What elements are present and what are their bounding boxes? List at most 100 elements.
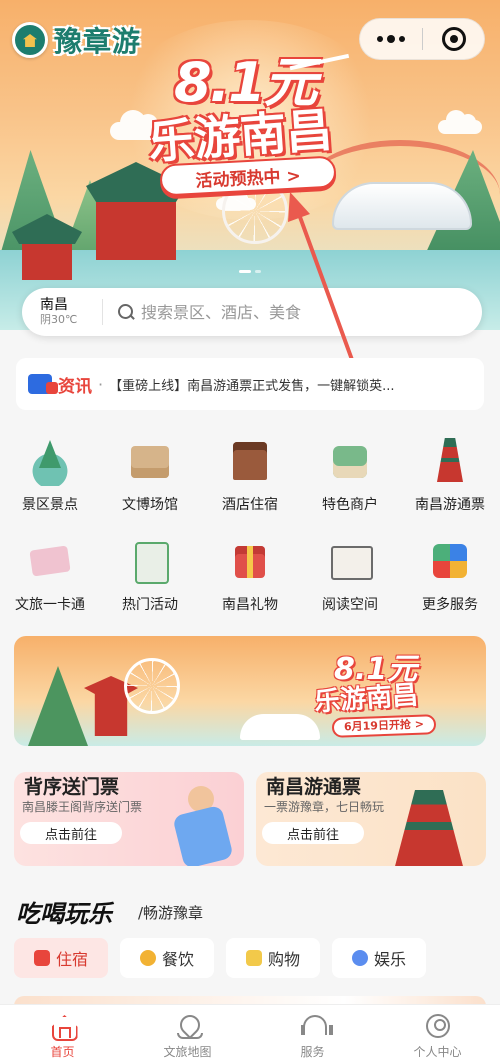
tab-dining[interactable]: 餐饮 [120, 938, 214, 978]
home-icon [50, 1013, 76, 1039]
search-bar: 南昌 阴30℃ [22, 288, 482, 336]
tab-label: 购物 [267, 950, 300, 969]
tab-label: 个人中心 [413, 1045, 462, 1059]
service-icon [300, 1013, 333, 1039]
stadium-illustration [240, 714, 320, 740]
tab-profile[interactable]: 个人中心 [375, 1005, 500, 1060]
grid-item-events[interactable]: 热门活动 [100, 530, 200, 630]
promo-banner-secondary[interactable]: 8.1元 乐游南昌 6月19日开抢 > [14, 636, 486, 746]
grid-item-label: 阅读空间 [322, 597, 378, 613]
category-tabs: 住宿 餐饮 购物 娱乐 [14, 938, 426, 978]
card-pass-ticket[interactable]: 南昌游通票 一票游豫章，七日畅玩 点击前往 [256, 772, 486, 866]
pass-ticket-icon [425, 436, 475, 486]
tab-entertainment[interactable]: 娱乐 [332, 938, 426, 978]
miniprogram-capsule [359, 18, 485, 60]
more-options-icon[interactable] [360, 19, 422, 59]
map-icon [175, 1013, 203, 1039]
section-title: 吃喝玩乐 [16, 894, 112, 929]
target-icon [441, 27, 466, 51]
tab-label: 文旅地图 [163, 1045, 212, 1059]
pavilion-illustration [96, 196, 176, 260]
card-subtitle: 一票游豫章，七日畅玩 [264, 800, 385, 814]
city-name: 南昌 [40, 297, 68, 313]
hotel-icon [225, 436, 275, 486]
grid-item-label: 南昌游通票 [415, 497, 485, 513]
utensils-icon [139, 950, 156, 966]
puzzle-icon [425, 536, 475, 586]
gift-icon [225, 536, 275, 586]
news-separator: · [98, 374, 104, 394]
grid-item-label: 文博场馆 [122, 497, 178, 513]
grid-item-pass-ticket[interactable]: 南昌游通票 [400, 430, 500, 530]
user-icon [425, 1013, 451, 1039]
cloud [438, 110, 482, 134]
museum-icon [125, 436, 175, 486]
grid-item-museum[interactable]: 文博场馆 [100, 430, 200, 530]
grid-item-label: 热门活动 [122, 597, 178, 613]
shopping-bag-icon [245, 950, 262, 966]
grid-item-label: 特色商户 [322, 497, 378, 513]
banner-title: 乐游南昌 [313, 680, 420, 718]
grid-item-label: 更多服务 [422, 597, 478, 613]
tab-label: 餐饮 [161, 950, 194, 969]
tab-label: 服务 [300, 1045, 325, 1059]
card-subtitle: 南昌滕王阁背序送门票 [22, 800, 143, 814]
tab-service[interactable]: 服务 [250, 1005, 375, 1060]
card-preface-ticket[interactable]: 背序送门票 南昌滕王阁背序送门票 点击前往 [14, 772, 244, 866]
tab-shopping[interactable]: 购物 [226, 938, 320, 978]
carousel-dot[interactable] [255, 270, 261, 273]
card-title: 南昌游通票 [266, 776, 362, 798]
carousel-indicator[interactable] [0, 270, 500, 273]
grid-item-label: 文旅一卡通 [15, 597, 85, 613]
close-miniprogram-button[interactable] [423, 27, 484, 51]
card-title: 背序送门票 [24, 776, 120, 798]
book-icon [325, 536, 375, 586]
banner-date-button[interactable]: 6月19日开抢 > [331, 714, 437, 738]
grid-item-label: 酒店住宿 [222, 497, 278, 513]
tab-label: 娱乐 [373, 950, 406, 969]
tab-label: 首页 [50, 1045, 75, 1059]
weather-text: 阴30℃ [40, 313, 78, 326]
logo-badge-icon [12, 22, 48, 58]
tab-label: 住宿 [55, 950, 88, 969]
scenic-spot-icon [25, 436, 75, 486]
tab-map[interactable]: 文旅地图 [125, 1005, 250, 1060]
search-icon [117, 303, 135, 321]
grid-item-merchant[interactable]: 特色商户 [300, 430, 400, 530]
reciting-figure-illustration [172, 780, 244, 866]
grid-item-label: 南昌礼物 [222, 597, 278, 613]
card-go-button[interactable]: 点击前往 [20, 822, 122, 844]
grid-item-gift[interactable]: 南昌礼物 [200, 530, 300, 630]
entertainment-icon [351, 950, 368, 966]
mountain-illustration [28, 666, 88, 746]
stadium-illustration [332, 182, 472, 230]
logo-text: 豫章游 [54, 25, 142, 58]
grid-item-card[interactable]: 文旅一卡通 [0, 530, 100, 630]
grid-item-label: 景区景点 [22, 497, 78, 513]
grid-item-hotel[interactable]: 酒店住宿 [200, 430, 300, 530]
grid-item-scenic[interactable]: 景区景点 [0, 430, 100, 530]
card-icon [25, 536, 75, 586]
grid-item-reading[interactable]: 阅读空间 [300, 530, 400, 630]
card-go-button[interactable]: 点击前往 [262, 822, 364, 844]
tab-home[interactable]: 首页 [0, 1005, 125, 1060]
calendar-icon [125, 536, 175, 586]
news-label: 资讯 [58, 376, 92, 397]
news-ticker[interactable]: 资讯 · 【重磅上线】南昌游通票正式发售，一键解锁英... [16, 358, 484, 410]
grid-item-more[interactable]: 更多服务 [400, 530, 500, 630]
bed-icon [33, 950, 50, 966]
ferris-wheel-illustration [124, 658, 180, 714]
news-headline[interactable]: 【重磅上线】南昌游通票正式发售，一键解锁英... [109, 375, 439, 394]
search-input[interactable] [141, 302, 441, 322]
merchant-icon [325, 436, 375, 486]
bottom-tab-bar: 首页 文旅地图 服务 个人中心 [0, 1004, 500, 1060]
section-subtitle: /畅游豫章 [138, 904, 204, 922]
news-icon [28, 374, 58, 394]
tab-lodging[interactable]: 住宿 [14, 938, 108, 978]
carousel-dot-active[interactable] [239, 270, 251, 273]
pavilion-illustration [22, 240, 72, 280]
divider [102, 299, 103, 325]
service-grid: 景区景点 文博场馆 酒店住宿 特色商户 南昌游通票 文旅一卡通 热门活动 南昌礼… [0, 430, 500, 630]
city-weather[interactable]: 南昌 阴30℃ [22, 297, 102, 327]
app-logo: 豫章游 [12, 20, 141, 60]
